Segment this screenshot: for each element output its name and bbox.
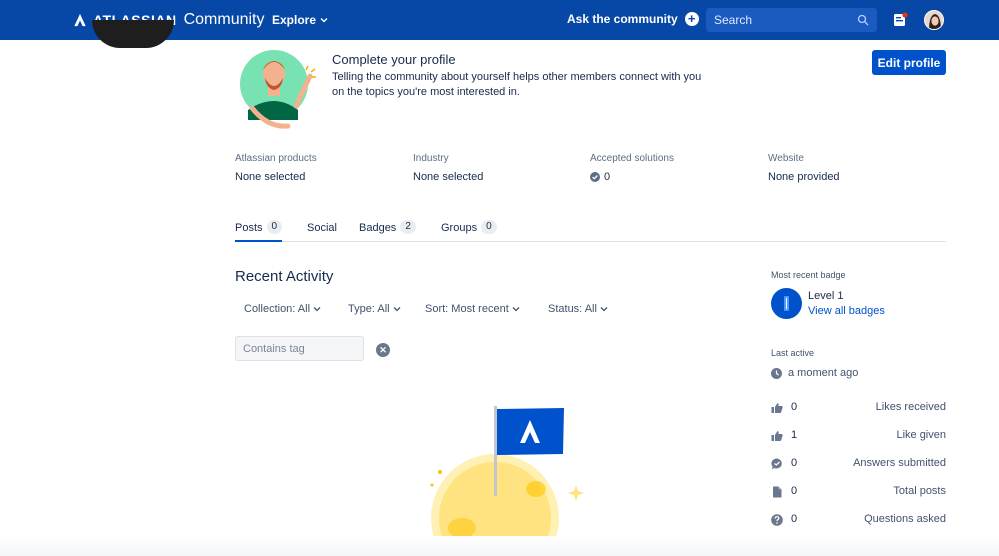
filter-status[interactable]: Status: All <box>548 303 608 315</box>
plus-icon: + <box>684 12 699 26</box>
last-active-heading: Last active <box>771 348 815 358</box>
info-atlassian-products: Atlassian products None selected <box>235 153 317 183</box>
badge-level-text: Level 1 <box>808 290 844 302</box>
info-accepted-solutions: Accepted solutions 0 <box>590 153 674 183</box>
check-circle-icon <box>590 172 600 182</box>
document-icon <box>773 486 782 498</box>
clear-tag-icon[interactable]: ✕ <box>376 343 390 357</box>
chevron-down-icon <box>512 307 520 312</box>
edit-profile-button[interactable]: Edit profile <box>872 50 946 75</box>
most-recent-badge-heading: Most recent badge <box>771 270 846 280</box>
question-icon <box>771 514 783 526</box>
tab-count: 0 <box>266 220 283 234</box>
search-box[interactable]: Search <box>706 8 877 32</box>
stat-total-posts: 0 Total posts <box>771 485 946 499</box>
stat-label: Like given <box>896 429 946 441</box>
user-avatar[interactable] <box>924 10 944 30</box>
tab-label: Badges <box>359 222 397 234</box>
stat-value: 0 <box>791 457 798 469</box>
tab-count: 2 <box>400 220 416 234</box>
stat-likes-received: 0 Likes received <box>771 401 946 415</box>
tab-label: Posts <box>235 222 263 234</box>
view-all-badges-link[interactable]: View all badges <box>808 305 885 317</box>
ask-community-button[interactable]: Ask the community + <box>567 12 699 26</box>
atlassian-logo-icon <box>74 13 86 27</box>
info-value: None provided <box>768 171 840 183</box>
search-input[interactable]: Search <box>714 13 857 27</box>
tab-label: Groups <box>441 222 478 234</box>
info-label: Industry <box>413 153 449 164</box>
clock-icon <box>771 367 782 379</box>
stat-label: Answers submitted <box>853 457 946 469</box>
filter-collection[interactable]: Collection: All <box>244 303 321 315</box>
stat-value: 0 <box>791 513 798 525</box>
tab-posts[interactable]: Posts 0 <box>235 220 283 242</box>
stat-answers-submitted: 0 Answers submitted <box>771 457 946 471</box>
answer-bubble-icon <box>771 458 782 470</box>
ask-community-label: Ask the community <box>567 12 678 26</box>
stat-questions-asked: 0 Questions asked <box>771 513 946 527</box>
filter-label: Status: All <box>548 303 597 315</box>
profile-illustration-icon <box>240 50 316 129</box>
explore-label: Explore <box>272 13 317 27</box>
stat-label: Total posts <box>893 485 946 497</box>
profile-avatar <box>92 20 174 48</box>
profile-tabs: Posts 0 Social Badges 2 Groups 0 <box>235 220 946 242</box>
tab-social[interactable]: Social <box>307 220 337 242</box>
logo-community-text: Community <box>183 11 265 28</box>
last-active-row: a moment ago <box>771 367 858 379</box>
info-value: None selected <box>413 171 484 183</box>
stat-value: 0 <box>791 401 798 413</box>
empty-state-illustration-icon <box>430 406 584 556</box>
last-active-value: a moment ago <box>788 367 859 379</box>
info-value-row: 0 <box>590 171 674 183</box>
chevron-down-icon <box>393 307 401 312</box>
info-label: Atlassian products <box>235 153 317 164</box>
thumbs-up-icon <box>771 403 783 413</box>
stat-value: 0 <box>791 485 798 497</box>
tab-label: Social <box>307 222 337 234</box>
user-avatar-icon <box>925 11 943 29</box>
search-icon <box>857 14 869 26</box>
filter-sort[interactable]: Sort: Most recent <box>425 303 520 315</box>
info-website: Website None provided <box>768 153 840 183</box>
filter-type[interactable]: Type: All <box>348 303 401 315</box>
filter-label: Sort: Most recent <box>425 303 509 315</box>
complete-profile-title: Complete your profile <box>332 52 456 67</box>
tab-count: 0 <box>481 220 497 234</box>
filter-label: Type: All <box>348 303 390 315</box>
info-label: Website <box>768 153 804 164</box>
info-industry: Industry None selected <box>413 153 483 183</box>
badge-figure-icon <box>784 296 789 311</box>
stat-likes-given: 1 Like given <box>771 429 946 443</box>
stat-value: 1 <box>791 429 798 441</box>
filter-label: Collection: All <box>244 303 311 315</box>
complete-profile-text: Telling the community about yourself hel… <box>332 71 702 98</box>
bottom-fade <box>0 536 999 556</box>
info-value: 0 <box>604 171 611 183</box>
thumbs-up-icon <box>771 431 783 441</box>
recent-activity-title: Recent Activity <box>235 268 334 285</box>
chevron-down-icon <box>320 18 328 23</box>
tab-groups[interactable]: Groups 0 <box>441 220 497 242</box>
chevron-down-icon <box>313 307 321 312</box>
info-label: Accepted solutions <box>590 153 674 164</box>
chevron-down-icon <box>600 307 608 312</box>
level-badge-icon[interactable] <box>771 288 802 319</box>
tag-filter-input[interactable] <box>235 336 364 361</box>
explore-menu[interactable]: Explore <box>272 13 328 27</box>
tab-badges[interactable]: Badges 2 <box>359 220 416 242</box>
stat-label: Likes received <box>875 401 946 413</box>
stat-label: Questions asked <box>864 513 946 525</box>
info-value: None selected <box>235 171 306 183</box>
notifications-icon[interactable] <box>892 12 908 28</box>
